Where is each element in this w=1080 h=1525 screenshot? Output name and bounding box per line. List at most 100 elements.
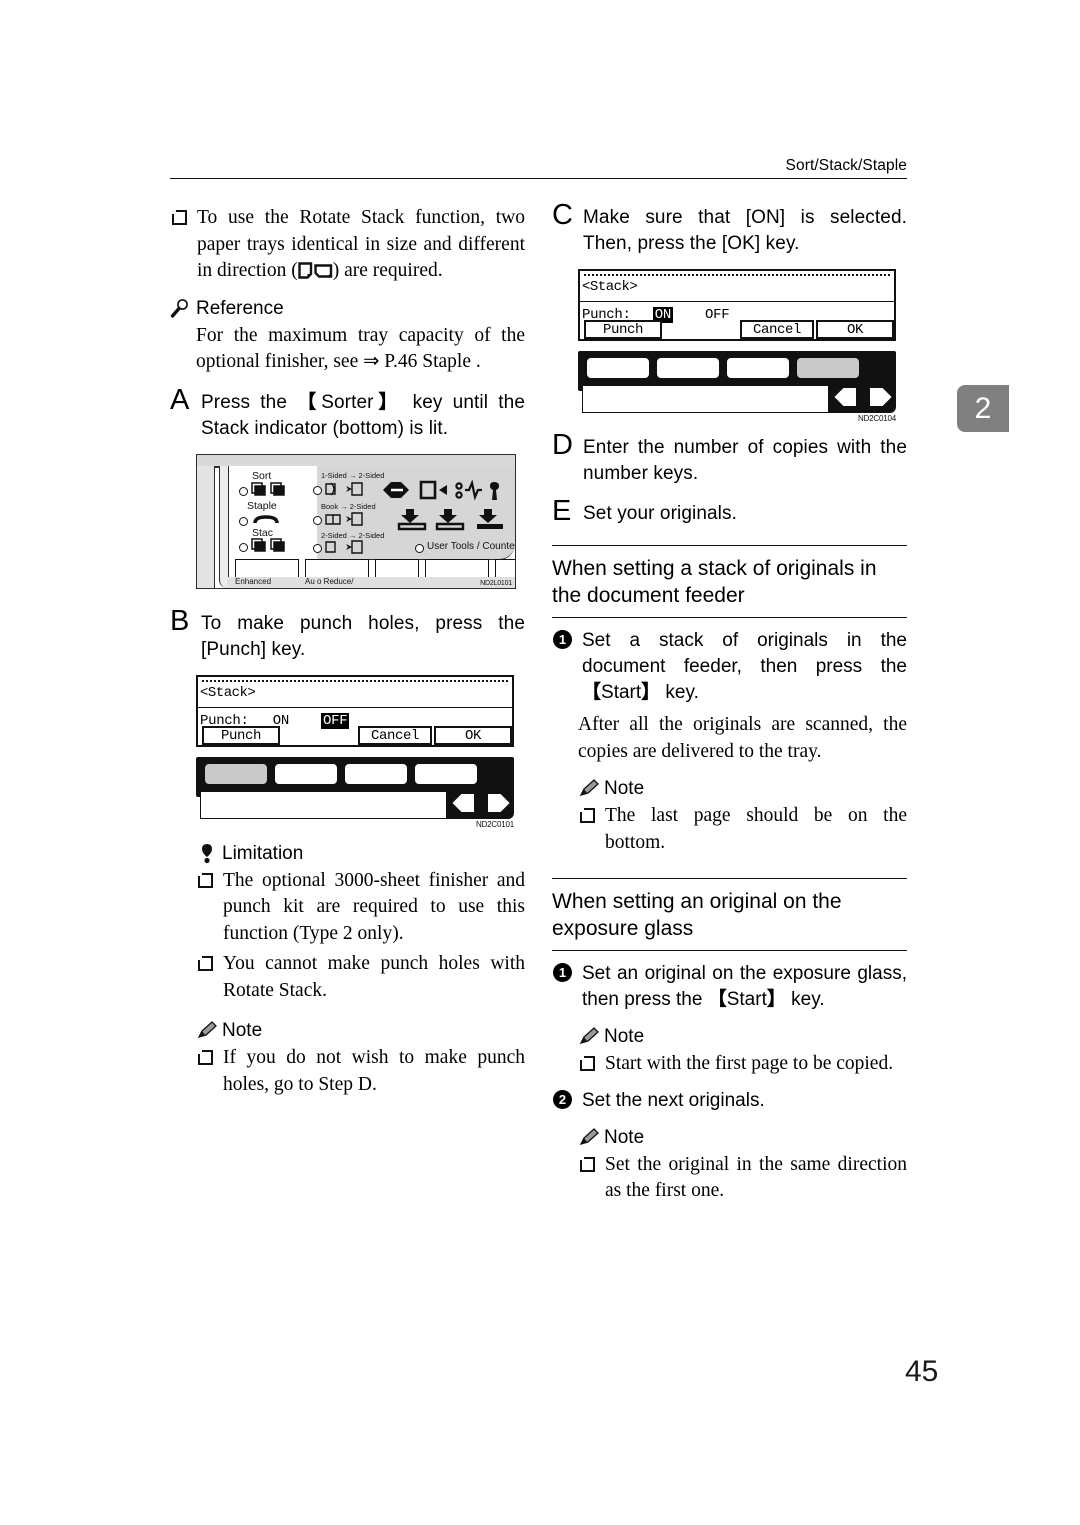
lcd-c-figure-code: ND2C0104 [858,414,896,423]
reference-label: Reference [196,297,284,319]
right-column: C Make sure that [ON] is selected. Then,… [552,201,907,1209]
list-item: The last page should be on the bottom. [578,803,907,856]
cp-user-tools-radio[interactable] [415,543,424,553]
feeder-note-list: The last page should be on the bottom. [552,803,907,856]
section-rule-bottom [552,617,907,618]
square-bullet-icon [197,1049,213,1065]
key-bracket-close: 】 [641,682,661,703]
bullet-text: You cannot make punch holes with Rotate … [223,953,525,1001]
limitation-label: Limitation [222,842,304,864]
key-bracket-open: 【 [582,682,602,703]
arrow-right-icon[interactable] [865,385,895,409]
hardkey-4[interactable] [414,762,478,785]
lcd-soft-key-row: Punch Cancel OK [198,725,512,745]
lcd-softkey-ok[interactable]: OK [434,725,512,745]
cp-button-3[interactable] [375,558,419,578]
cp-staple-radio[interactable] [239,516,248,526]
note-label: Note [222,1020,263,1041]
cp-sort-radio[interactable] [239,486,248,496]
step-b-text-part2: key. [266,638,306,660]
glass-step-1-part2: key. [785,989,825,1010]
hardkey-lower-panel [200,790,452,819]
feeder-step-1: 1 Set a stack of originals in the docume… [552,628,907,706]
glass-step-2: 2 Set the next originals. [552,1088,907,1114]
lcd-dotted-line [584,274,890,276]
header-rule [170,178,907,179]
note-heading: Note [552,778,907,800]
cp-dup-2-radio[interactable] [313,543,322,553]
step-b-text-part1: To make punch holes, press the [201,612,525,634]
cp-bottom-labels: Enhanced Au o Reduce/ [227,576,515,588]
start-key-label: Start [601,682,642,703]
staple-icon [253,514,279,523]
step-e-text: Set your originals. [583,503,737,524]
running-head: Sort/Stack/Staple [785,157,907,174]
lcd-softkey-ok[interactable]: OK [816,320,894,339]
one-to-two-sided-icon [325,481,363,496]
glass-step-1-text: Set an original on the exposure glass, t… [582,961,907,1013]
step-d-text: Enter the number of copies with the numb… [583,437,907,484]
feeder-step-1-part2: key. [660,682,699,703]
note-label: Note [604,778,645,799]
cp-book-radio[interactable] [313,515,322,525]
arrow-right-icon[interactable] [483,791,513,815]
bullet-text: Start with the first page to be copied. [605,1053,894,1074]
note-heading: Note [552,1127,907,1149]
cp-button-4[interactable] [425,558,489,578]
step-letter: C [552,199,573,231]
arrow-left-icon[interactable] [449,791,479,815]
limitation-heading: Limitation [170,843,525,865]
square-bullet-icon [579,807,595,823]
step-letter: E [552,495,572,527]
bullet-text: The optional 3000-sheet finisher and pun… [223,869,525,944]
cp-stack-radio[interactable] [239,542,248,552]
note-pencil-icon [578,1127,600,1148]
hardkey-3[interactable] [726,357,790,379]
hardkey-4[interactable] [796,357,860,379]
arrow-left-icon[interactable] [831,385,861,409]
list-item: If you do not wish to make punch holes, … [196,1045,525,1098]
lcd-softkey-punch[interactable]: Punch [584,320,662,339]
lcd-softkey-cancel[interactable]: Cancel [740,320,814,339]
cp-label-enhanced: Enhanced [235,576,272,586]
cp-dup-1-radio[interactable] [313,485,322,495]
cp-book-label: Book → 2-Sided [321,501,376,511]
note-label: Note [604,1126,645,1148]
lcd-soft-key-row: Punch Cancel OK [580,320,894,339]
hardkey-2[interactable] [656,357,720,379]
hardkey-1[interactable] [586,357,650,379]
hardkey-2[interactable] [274,762,338,785]
step-a-text-part1: Press the [201,391,298,413]
step-d: D Enter the number of copies with the nu… [552,431,907,487]
cp-dup-1sided-label: 1-Sided → 2-Sided [321,470,385,480]
section-rule-bottom [552,950,907,951]
hardkey-1[interactable] [204,762,268,785]
sort-pages-icon [251,481,285,496]
cp-button-5[interactable] [495,558,515,578]
stack-pages-icon [251,537,285,552]
glass-step-1: 1 Set an original on the exposure glass,… [552,961,907,1013]
note-list: If you do not wish to make punch holes, … [170,1045,525,1098]
lcd-screen: <Stack> Punch: ON OFF Punch Cancel OK [578,269,896,341]
step-letter: B [170,604,190,637]
lcd-softkey-cancel[interactable]: Cancel [358,725,432,745]
punch-key-label: Punch [206,638,261,660]
lcd-separator [580,301,894,302]
cp-button-2[interactable] [305,558,369,578]
step-number-badge: 1 [553,963,572,982]
step-number-badge: 2 [553,1089,572,1109]
step-c: C Make sure that [ON] is selected. Then,… [552,201,907,257]
cp-user-tools-label: User Tools / Counter [427,540,516,552]
cp-figure-code: ND2L0101 [480,579,512,587]
reference-heading: Reference [170,298,525,320]
cp-button-1[interactable] [235,558,299,578]
magnifier-icon [170,298,192,319]
note-pencil-icon [578,1026,600,1047]
hardkey-3[interactable] [344,762,408,785]
cp-button-row [227,558,515,578]
list-item: You cannot make punch holes with Rotate … [196,951,525,1004]
step-e: E Set your originals. [552,497,907,527]
paper-landscape-icon [314,264,332,278]
cp-function-icons-row2 [397,508,503,530]
lcd-softkey-punch[interactable]: Punch [202,725,280,745]
